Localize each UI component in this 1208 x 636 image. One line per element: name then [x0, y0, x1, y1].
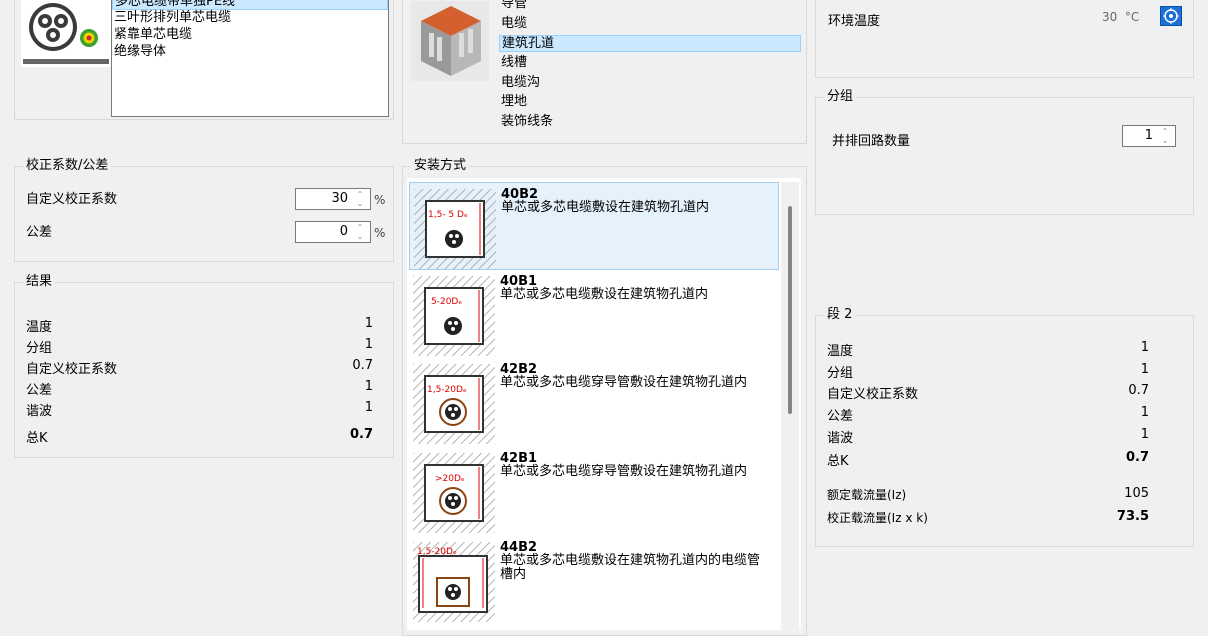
install-list-scrollbar[interactable]: [781, 182, 799, 630]
custom-factor-stepper[interactable]: 30 ⌃ ⌄: [295, 188, 371, 210]
install-diagram-icon: 1,5-20Dₑ: [413, 364, 495, 444]
stepper-arrows-icon[interactable]: ⌃ ⌄: [1159, 127, 1171, 145]
grouping-group: 分组 并排回路数量 1 ⌃ ⌄: [815, 89, 1194, 215]
temp-unit: °C: [1124, 10, 1140, 24]
install-diagram-icon: 1,5-20Dₑ: [413, 542, 495, 622]
rated-current-value: 105: [1124, 486, 1149, 501]
result-value: 0.7: [352, 358, 373, 373]
stepper-value: 30: [331, 191, 348, 206]
ambient-temp-label: 环境温度: [828, 14, 881, 29]
segment2-title: 段 2: [824, 307, 856, 323]
grouping-title: 分组: [824, 89, 857, 105]
seg-value: 1: [1140, 340, 1149, 355]
list-item[interactable]: 线槽: [499, 55, 527, 72]
conduit-group: 导管 电缆 建筑孔道 线槽 电缆沟 埋地 装饰线条: [402, 0, 807, 144]
method-desc: 单芯或多芯电缆敷设在建筑物孔道内: [501, 200, 710, 215]
seg-label: 分组: [827, 366, 854, 381]
install-diagram-icon: 5-20Dₑ: [413, 276, 495, 356]
stepper-value: 1: [1144, 128, 1153, 143]
result-value: 1: [364, 337, 373, 352]
seg-total-label: 总K: [827, 454, 849, 469]
stepper-value: 0: [339, 224, 348, 239]
install-method-item[interactable]: 5-20Dₑ 40B1 单芯或多芯电缆敷设在建筑物孔道内: [409, 270, 807, 358]
method-desc: 单芯或多芯电缆敷设在建筑物孔道内: [500, 287, 709, 302]
stepper-arrows-icon[interactable]: ⌃ ⌄: [354, 190, 366, 208]
target-icon[interactable]: [1160, 6, 1182, 26]
environment-group: 环境温度 30 °C: [815, 0, 1194, 78]
tolerance-unit: %: [374, 226, 386, 240]
result-label: 温度: [26, 320, 53, 335]
results-title: 结果: [23, 274, 56, 290]
dimension-label: 1,5- 5 Dₑ: [428, 210, 468, 220]
list-item[interactable]: 建筑孔道: [499, 35, 801, 52]
cable-type-group: 多芯电缆带单独PE线 三叶形排列单芯电缆 紧靠单芯电缆 绝缘导体: [14, 0, 394, 120]
result-label: 分组: [26, 341, 53, 356]
conduit-type-list[interactable]: 导管 电缆 建筑孔道 线槽 电缆沟 埋地 装饰线条: [499, 0, 804, 141]
method-desc: 单芯或多芯电缆穿导管敷设在建筑物孔道内: [500, 375, 748, 390]
correction-group: 校正系数/公差 自定义校正系数 30 ⌃ ⌄ % 公差 0 ⌃ ⌄ %: [14, 158, 394, 262]
list-item[interactable]: 导管: [499, 0, 527, 13]
seg-value: 1: [1140, 362, 1149, 377]
corrected-current-value: 73.5: [1116, 509, 1149, 524]
seg-label: 温度: [827, 344, 854, 359]
result-label: 公差: [26, 383, 53, 398]
results-group: 结果 温度 1 分组 1 自定义校正系数 0.7 公差 1 谐波 1 总K 0.…: [14, 274, 394, 458]
install-method-item[interactable]: 1,5-20Dₑ 44B2 单芯或多芯电缆敷设在建筑物孔道内的电缆管槽内: [409, 536, 807, 624]
dimension-label: >20Dₑ: [435, 474, 465, 484]
method-desc: 单芯或多芯电缆敷设在建筑物孔道内的电缆管槽内: [500, 553, 761, 582]
list-item[interactable]: 紧靠单芯电缆: [112, 27, 192, 44]
cable-image: [21, 0, 111, 67]
custom-factor-unit: %: [374, 193, 386, 207]
result-label: 自定义校正系数: [26, 362, 118, 377]
dimension-label: 1,5-20Dₑ: [427, 385, 467, 395]
method-desc: 单芯或多芯电缆穿导管敷设在建筑物孔道内: [500, 464, 748, 479]
stepper-arrows-icon[interactable]: ⌃ ⌄: [354, 223, 366, 241]
temp-number: 30: [1102, 10, 1118, 24]
dimension-label: 5-20Dₑ: [431, 297, 462, 307]
list-item[interactable]: 绝缘导体: [112, 44, 166, 61]
rated-current-label: 额定载流量(Iz): [827, 488, 907, 502]
cable-type-list[interactable]: 多芯电缆带单独PE线 三叶形排列单芯电缆 紧靠单芯电缆 绝缘导体: [111, 0, 389, 117]
seg-label: 谐波: [827, 431, 854, 446]
scrollbar-thumb[interactable]: [788, 206, 792, 414]
list-item[interactable]: 电缆沟: [499, 75, 540, 92]
segment2-group: 段 2 温度 1 分组 1 自定义校正系数 0.7 公差 1 谐波 1 总K 0…: [815, 307, 1194, 547]
correction-title: 校正系数/公差: [23, 158, 112, 174]
result-value: 1: [364, 316, 373, 331]
total-k-label: 总K: [26, 431, 48, 446]
result-value: 1: [364, 400, 373, 415]
corrected-current-label: 校正载流量(Iz x k): [827, 511, 928, 525]
install-method-item[interactable]: 1,5- 5 Dₑ 40B2 单芯或多芯电缆敷设在建筑物孔道内: [409, 182, 779, 270]
seg-value: 1: [1140, 427, 1149, 442]
install-method-item[interactable]: 1,5-20Dₑ 42B2 单芯或多芯电缆穿导管敷设在建筑物孔道内: [409, 358, 807, 446]
circuit-count-label: 并排回路数量: [832, 134, 911, 149]
total-k-value: 0.7: [349, 427, 373, 442]
result-label: 谐波: [26, 404, 53, 419]
tolerance-stepper[interactable]: 0 ⌃ ⌄: [295, 221, 371, 243]
list-item[interactable]: 多芯电缆带单独PE线: [112, 0, 388, 10]
install-method-item[interactable]: >20Dₑ 42B1 单芯或多芯电缆穿导管敷设在建筑物孔道内: [409, 447, 807, 535]
custom-factor-label: 自定义校正系数: [26, 192, 118, 207]
seg-label: 公差: [827, 409, 854, 424]
conduit-image: [411, 1, 489, 81]
dimension-label: 1,5-20Dₑ: [417, 547, 457, 557]
list-item[interactable]: 三叶形排列单芯电缆: [112, 10, 231, 27]
list-item[interactable]: 装饰线条: [499, 114, 553, 131]
list-item[interactable]: 电缆: [499, 16, 527, 33]
list-item[interactable]: 埋地: [499, 94, 527, 111]
result-value: 1: [364, 379, 373, 394]
install-diagram-icon: >20Dₑ: [413, 453, 495, 533]
seg-value: 0.7: [1128, 383, 1149, 398]
ambient-temp-value: 30 °C: [1102, 10, 1139, 24]
install-method-title: 安装方式: [411, 158, 470, 174]
install-diagram-icon: 1,5- 5 Dₑ: [414, 189, 496, 269]
tolerance-label: 公差: [26, 225, 53, 240]
seg-value: 1: [1140, 405, 1149, 420]
seg-total-value: 0.7: [1125, 450, 1149, 465]
seg-label: 自定义校正系数: [827, 387, 919, 402]
circuit-count-stepper[interactable]: 1 ⌃ ⌄: [1122, 125, 1176, 147]
